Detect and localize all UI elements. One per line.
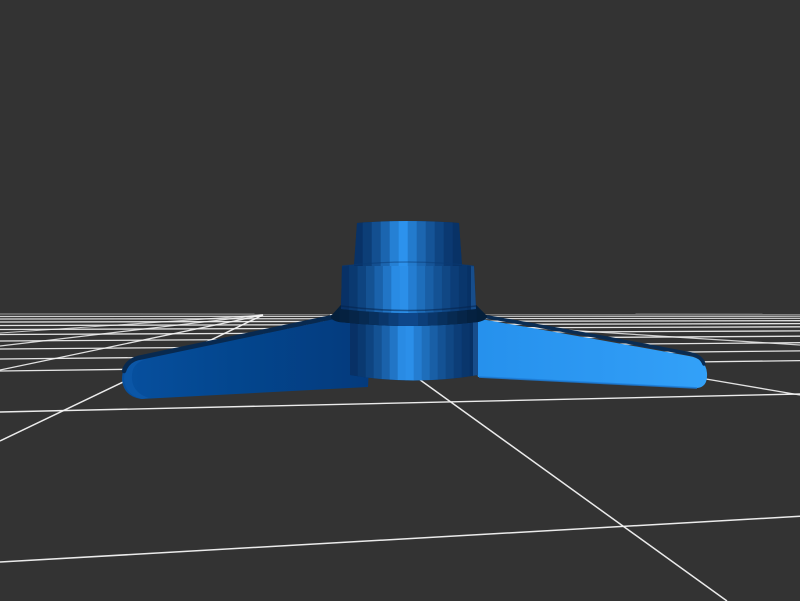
viewer-3d-viewport[interactable] <box>0 0 800 601</box>
model-canvas <box>0 0 800 601</box>
hub-top-cylinder <box>352 218 464 268</box>
